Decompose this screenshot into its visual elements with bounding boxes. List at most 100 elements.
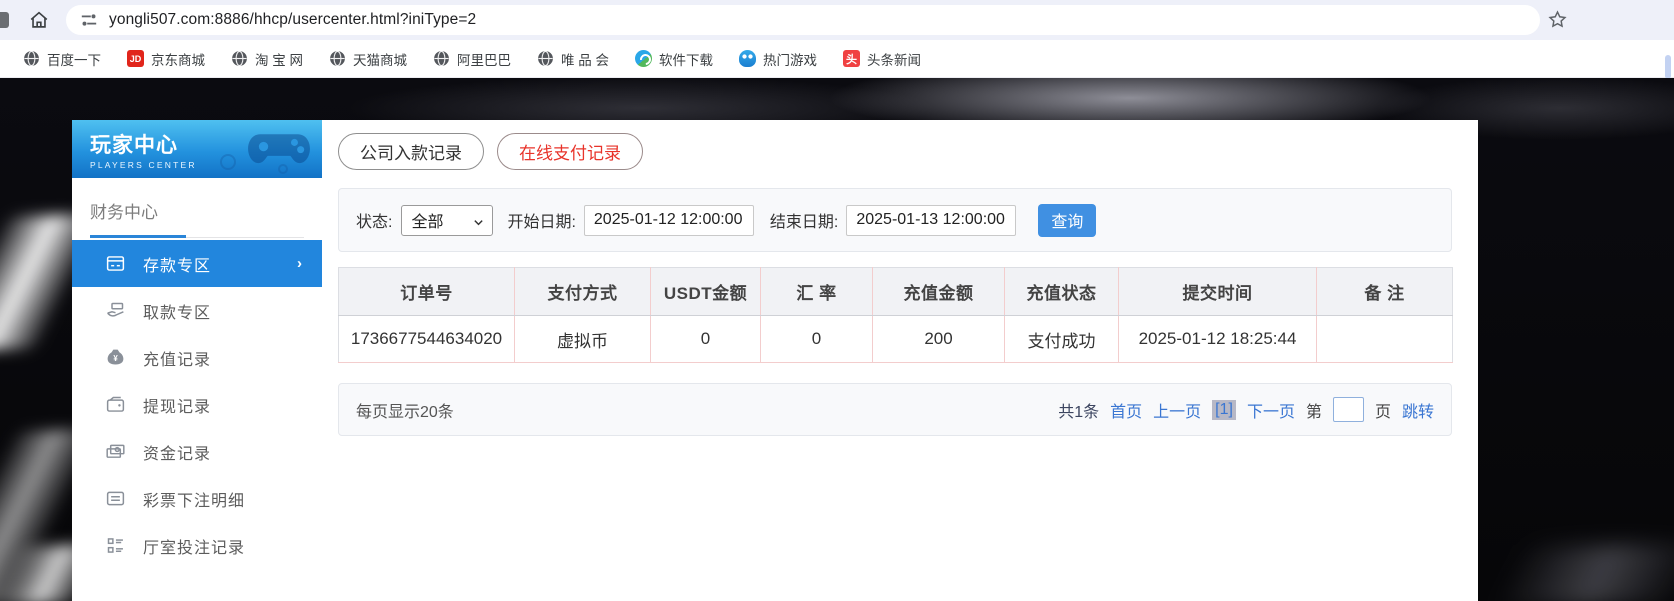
tab-company-deposit-records[interactable]: 公司入款记录 [338, 133, 484, 170]
next-page-link[interactable]: 下一页 [1247, 398, 1295, 422]
sidebar-item-withdraw[interactable]: 取款专区 [72, 287, 322, 334]
software-favicon [635, 50, 653, 67]
chevron-down-icon [473, 215, 484, 226]
globe-favicon [23, 50, 40, 67]
sidebar-item-lottery-detail[interactable]: 彩票下注明细 [72, 475, 322, 522]
bookmark-alibaba[interactable]: 阿里巴巴 [420, 45, 524, 73]
sidebar-item-label: 彩票下注明细 [143, 492, 246, 510]
toutiao-favicon: 头 [843, 50, 861, 67]
screen: yongli507.com:8886/hhcp/usercenter.html?… [0, 0, 1674, 601]
bookmark-star-icon[interactable] [1547, 9, 1568, 30]
sidebar-menu: 存款专区 › 取款专区 ¥ 充值记录 提现记录 资金记录 彩票下注明细 厅室投注… [72, 240, 322, 569]
sidebar-item-hall-bets[interactable]: 厅室投注记录 [72, 522, 322, 569]
sidebar: 玩家中心 PLAYERS CENTER 财务中心 存款专区 › 取款专区 ¥ 充… [72, 120, 322, 601]
home-icon[interactable] [28, 9, 50, 31]
chevron-right-icon: › [297, 255, 302, 272]
current-page-indicator[interactable]: [1] [1212, 399, 1236, 420]
url-text[interactable]: yongli507.com:8886/hhcp/usercenter.html?… [109, 11, 476, 29]
bookmark-taobao[interactable]: 淘 宝 网 [218, 45, 316, 73]
money-bag-icon: ¥ [105, 347, 126, 368]
bookmark-games[interactable]: 热门游戏 [726, 45, 830, 73]
prev-page-link[interactable]: 上一页 [1153, 398, 1201, 422]
table-row: 1736677544634020 虚拟币 0 0 200 支付成功 2025-0… [338, 315, 1453, 363]
col-recharge-status: 充值状态 [1004, 267, 1119, 316]
total-count-label: 共1条 [1058, 403, 1100, 421]
cell-exchange-rate: 0 [760, 315, 873, 363]
bookmark-label: 头条新闻 [867, 52, 922, 68]
finance-center-label: 财务中心 [90, 203, 158, 222]
col-remark: 备 注 [1316, 267, 1453, 316]
sidebar-item-deposit[interactable]: 存款专区 › [72, 240, 322, 287]
bookmarks-bar: 百度一下 JD 京东商城 淘 宝 网 天猫商城 阿里巴巴 唯 品 会 软件下载 [0, 40, 1674, 79]
partial-extension-icon [0, 12, 9, 28]
cell-order-no: 1736677544634020 [338, 315, 515, 363]
pagination-controls: 共1条 首页 上一页 [1] 下一页 第 页 跳转 [1058, 397, 1434, 422]
record-tabs: 公司入款记录 在线支付记录 [338, 133, 643, 170]
first-page-link[interactable]: 首页 [1110, 398, 1142, 422]
cell-submit-time: 2025-01-12 18:25:44 [1118, 315, 1317, 363]
list-bullets-icon [105, 535, 126, 556]
col-submit-time: 提交时间 [1118, 267, 1317, 316]
bookmark-software[interactable]: 软件下载 [622, 45, 726, 73]
cell-remark [1316, 315, 1453, 363]
globe-favicon [231, 50, 248, 67]
jd-favicon: JD [127, 50, 144, 67]
col-order-no: 订单号 [338, 267, 515, 316]
background-streak [1480, 545, 1674, 601]
bookmark-label: 淘 宝 网 [255, 52, 304, 68]
sidebar-item-label: 取款专区 [143, 304, 212, 322]
start-date-label: 开始日期: [507, 214, 576, 231]
start-date-input[interactable] [583, 204, 754, 236]
tab-online-payment-records[interactable]: 在线支付记录 [497, 133, 643, 170]
sidebar-item-funds-records[interactable]: 资金记录 [72, 428, 322, 475]
main-content: 公司入款记录 在线支付记录 状态: 全部 开始日期: 结束日期: 查询 [322, 120, 1478, 601]
bookmark-label: 唯 品 会 [561, 52, 610, 68]
col-exchange-rate: 汇 率 [760, 267, 873, 316]
banknotes-icon [105, 441, 126, 462]
query-button[interactable]: 查询 [1038, 203, 1097, 237]
filter-bar: 状态: 全部 开始日期: 结束日期: 查询 [338, 188, 1452, 252]
sidebar-header: 玩家中心 PLAYERS CENTER [72, 120, 322, 178]
gamepad-icon [246, 128, 312, 172]
withdraw-hand-icon [105, 300, 126, 321]
deposit-card-icon [105, 253, 126, 274]
sidebar-item-label: 存款专区 [143, 257, 212, 275]
globe-favicon [433, 50, 450, 67]
sidebar-item-recharge-records[interactable]: ¥ 充值记录 [72, 334, 322, 381]
status-label: 状态: [356, 214, 393, 231]
bookmark-jd[interactable]: JD 京东商城 [114, 45, 218, 73]
end-date-label: 结束日期: [769, 214, 839, 231]
bookmark-label: 热门游戏 [763, 52, 818, 68]
scrollbar-nub[interactable] [1665, 55, 1671, 79]
bookmark-toutiao[interactable]: 头 头条新闻 [830, 45, 934, 73]
payment-records-table: 订单号 支付方式 USDT金额 汇 率 充值金额 充值状态 提交时间 备 注 1… [338, 267, 1453, 363]
bookmark-label: 阿里巴巴 [457, 52, 512, 68]
globe-favicon [537, 50, 554, 67]
bookmark-label: 京东商城 [151, 52, 205, 68]
sidebar-item-label: 提现记录 [143, 398, 212, 416]
decor-circle [220, 154, 236, 170]
page-jump-input[interactable] [1332, 397, 1364, 422]
bookmark-tmall[interactable]: 天猫商城 [316, 45, 420, 73]
pagination-bar: 每页显示20条 共1条 首页 上一页 [1] 下一页 第 页 跳转 [338, 383, 1452, 436]
cell-usdt-amount: 0 [650, 315, 761, 363]
browser-toolbar: yongli507.com:8886/hhcp/usercenter.html?… [0, 0, 1674, 40]
sidebar-item-withdrawal-records[interactable]: 提现记录 [72, 381, 322, 428]
status-select-value: 全部 [411, 214, 444, 231]
usercenter-panel: 玩家中心 PLAYERS CENTER 财务中心 存款专区 › 取款专区 ¥ 充… [72, 120, 1478, 601]
game-favicon [739, 50, 757, 67]
page-suffix-label: 页 [1374, 403, 1391, 421]
col-recharge-amount: 充值金额 [872, 267, 1005, 316]
page-prefix-label: 第 [1305, 403, 1322, 421]
address-bar[interactable]: yongli507.com:8886/hhcp/usercenter.html?… [66, 5, 1540, 35]
site-info-icon[interactable] [80, 11, 98, 29]
bookmark-vip[interactable]: 唯 品 会 [524, 45, 622, 73]
status-select[interactable]: 全部 [401, 204, 494, 236]
bookmark-baidu[interactable]: 百度一下 [10, 45, 114, 73]
section-divider [90, 235, 304, 238]
sidebar-section: 财务中心 [72, 178, 322, 238]
jump-link[interactable]: 跳转 [1402, 398, 1434, 422]
end-date-input[interactable] [846, 204, 1017, 236]
bookmark-label: 软件下载 [659, 52, 714, 68]
cell-recharge-status: 支付成功 [1004, 315, 1119, 363]
